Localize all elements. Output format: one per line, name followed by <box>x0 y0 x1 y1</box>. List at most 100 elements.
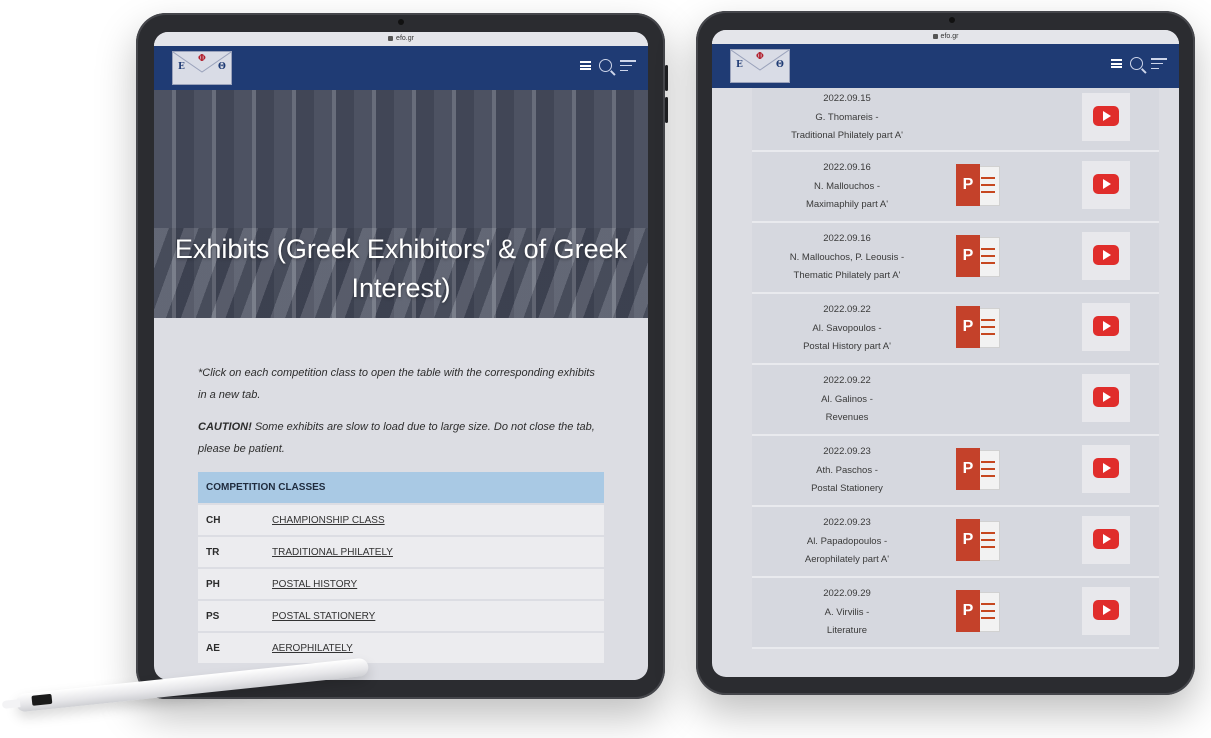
class-code: PH <box>198 569 264 599</box>
presentation-row: 2022.09.29 A. Virvilis - Literature P <box>752 578 1159 649</box>
presentation-row: 2022.09.16 N. Mallouchos - Maximaphily par… <box>752 152 1159 223</box>
table-row[interactable]: CH CHAMPIONSHIP CLASS <box>198 505 604 535</box>
url-text: efo.gr <box>396 35 414 42</box>
table-header: COMPETITION CLASSES <box>198 472 604 503</box>
presentation-row: 2022.09.22 Al. Savopoulos - Postal History… <box>752 294 1159 365</box>
presentation-topic: Maximaphily part A' <box>805 199 889 210</box>
presentation-info: 2022.09.29 A. Virvilis - Literature <box>752 585 942 641</box>
presentation-date: 2022.09.15 <box>823 93 871 104</box>
presentation-info: 2022.09.16 N. Mallouchos, P. Leousis - The… <box>752 230 942 286</box>
menu-lines-icon[interactable] <box>1151 58 1167 69</box>
youtube-play-icon[interactable] <box>1093 458 1119 478</box>
presentation-topic: Aerophilately part A' <box>804 554 890 565</box>
video-link[interactable] <box>1082 93 1130 141</box>
presentations-list: 2022.09.15 G. Thomareis - Traditional Phil… <box>752 88 1159 649</box>
class-code: PS <box>198 601 264 631</box>
presentation-info: 2022.09.15 G. Thomareis - Traditional Phil… <box>752 90 942 146</box>
powerpoint-icon[interactable]: P <box>956 306 1000 348</box>
presentation-info: 2022.09.16 N. Mallouchos - Maximaphily par… <box>752 159 942 215</box>
hero-banner: Exhibits (Greek Exhibitors' & of Greek I… <box>154 90 648 318</box>
presentation-info: 2022.09.23 Al. Papadopoulos - Aerophilatel… <box>752 514 942 570</box>
site-header: E Φ Θ <box>154 46 648 90</box>
table-row[interactable]: PS POSTAL STATIONERY <box>198 601 604 631</box>
powerpoint-icon[interactable]: P <box>956 164 1000 206</box>
presentation-info: 2022.09.22 Al. Savopoulos - Postal History… <box>752 301 942 357</box>
youtube-play-icon[interactable] <box>1093 245 1119 265</box>
class-code: CH <box>198 505 264 535</box>
search-icon[interactable] <box>1130 57 1143 70</box>
presentation-speaker: G. Thomareis - <box>815 111 879 123</box>
youtube-play-icon[interactable] <box>1093 600 1119 620</box>
presentation-row: 2022.09.23 Al. Papadopoulos - Aerophilatel… <box>752 507 1159 578</box>
powerpoint-icon[interactable]: P <box>956 590 1000 632</box>
class-link-postal-stationery[interactable]: POSTAL STATIONERY <box>272 611 375 622</box>
presentation-speaker: N. Mallouchos, P. Leousis - <box>789 251 905 263</box>
class-link-championship[interactable]: CHAMPIONSHIP CLASS <box>272 515 385 526</box>
presentation-speaker: Ath. Paschos - <box>816 464 878 476</box>
powerpoint-letter: P <box>956 164 980 206</box>
caution-note: CAUTION! Some exhibits are slow to load … <box>198 416 604 460</box>
url-bar[interactable]: efo.gr <box>154 32 648 46</box>
presentation-speaker: Al. Savopoulos - <box>812 322 882 334</box>
presentation-date: 2022.09.23 <box>823 446 871 457</box>
presentation-date: 2022.09.22 <box>823 375 871 386</box>
powerpoint-letter: P <box>956 235 980 277</box>
logo-letter: Θ <box>218 62 226 72</box>
presentation-date: 2022.09.22 <box>823 304 871 315</box>
logo-letter: Θ <box>776 60 784 70</box>
powerpoint-letter: P <box>956 306 980 348</box>
presentation-date: 2022.09.29 <box>823 588 871 599</box>
video-link[interactable] <box>1082 516 1130 564</box>
hamburger-icon[interactable] <box>580 61 591 70</box>
volume-button <box>665 97 668 123</box>
menu-lines-icon[interactable] <box>620 60 636 71</box>
powerpoint-letter: P <box>956 519 980 561</box>
video-link[interactable] <box>1082 587 1130 635</box>
presentation-row: 2022.09.15 G. Thomareis - Traditional Phil… <box>752 88 1159 152</box>
youtube-play-icon[interactable] <box>1093 106 1119 126</box>
page-content: *Click on each competition class to open… <box>154 318 648 665</box>
video-link[interactable] <box>1082 445 1130 493</box>
competition-classes-table: COMPETITION CLASSES CH CHAMPIONSHIP CLASS… <box>198 470 604 665</box>
pencil-band <box>31 693 53 706</box>
logo-letter: E <box>178 62 185 72</box>
powerpoint-icon[interactable]: P <box>956 235 1000 277</box>
powerpoint-letter: P <box>956 590 980 632</box>
youtube-play-icon[interactable] <box>1093 387 1119 407</box>
presentation-topic: Revenues <box>825 412 869 423</box>
url-bar[interactable]: efo.gr <box>712 30 1179 44</box>
camera <box>398 19 404 25</box>
site-logo[interactable]: E Φ Θ <box>172 51 232 85</box>
presentation-date: 2022.09.16 <box>823 233 871 244</box>
video-link[interactable] <box>1082 232 1130 280</box>
table-row[interactable]: PH POSTAL HISTORY <box>198 569 604 599</box>
page-title: Exhibits (Greek Exhibitors' & of Greek I… <box>174 234 628 303</box>
lock-icon <box>388 35 394 41</box>
powerpoint-letter: P <box>956 448 980 490</box>
powerpoint-icon[interactable]: P <box>956 448 1000 490</box>
presentation-topic: Traditional Philately part A' <box>791 130 903 141</box>
search-icon[interactable] <box>599 59 612 72</box>
video-link[interactable] <box>1082 374 1130 422</box>
presentation-topic: Thematic Philately part A' <box>793 270 901 281</box>
pencil-body <box>15 657 370 713</box>
right-tablet: efo.gr E Φ Θ 2022.09.15 G. Thomareis - Tra… <box>696 11 1195 695</box>
presentation-row: 2022.09.16 N. Mallouchos, P. Leousis - The… <box>752 223 1159 294</box>
video-link[interactable] <box>1082 161 1130 209</box>
table-row[interactable]: TR TRADITIONAL PHILATELY <box>198 537 604 567</box>
presentation-row: 2022.09.22 Al. Galinos - Revenues <box>752 365 1159 436</box>
youtube-play-icon[interactable] <box>1093 529 1119 549</box>
site-logo[interactable]: E Φ Θ <box>730 49 790 83</box>
presentation-speaker: Al. Galinos - <box>821 393 873 405</box>
class-link-traditional[interactable]: TRADITIONAL PHILATELY <box>272 547 393 558</box>
right-screen: efo.gr E Φ Θ 2022.09.15 G. Thomareis - Tra… <box>712 30 1179 677</box>
class-link-postal-history[interactable]: POSTAL HISTORY <box>272 579 357 590</box>
hamburger-icon[interactable] <box>1111 59 1122 68</box>
video-link[interactable] <box>1082 303 1130 351</box>
powerpoint-icon[interactable]: P <box>956 519 1000 561</box>
presentation-date: 2022.09.23 <box>823 517 871 528</box>
volume-button <box>665 65 668 91</box>
youtube-play-icon[interactable] <box>1093 316 1119 336</box>
left-tablet: efo.gr E Φ Θ Exhibits (Greek Exhibitors'… <box>136 13 668 699</box>
youtube-play-icon[interactable] <box>1093 174 1119 194</box>
